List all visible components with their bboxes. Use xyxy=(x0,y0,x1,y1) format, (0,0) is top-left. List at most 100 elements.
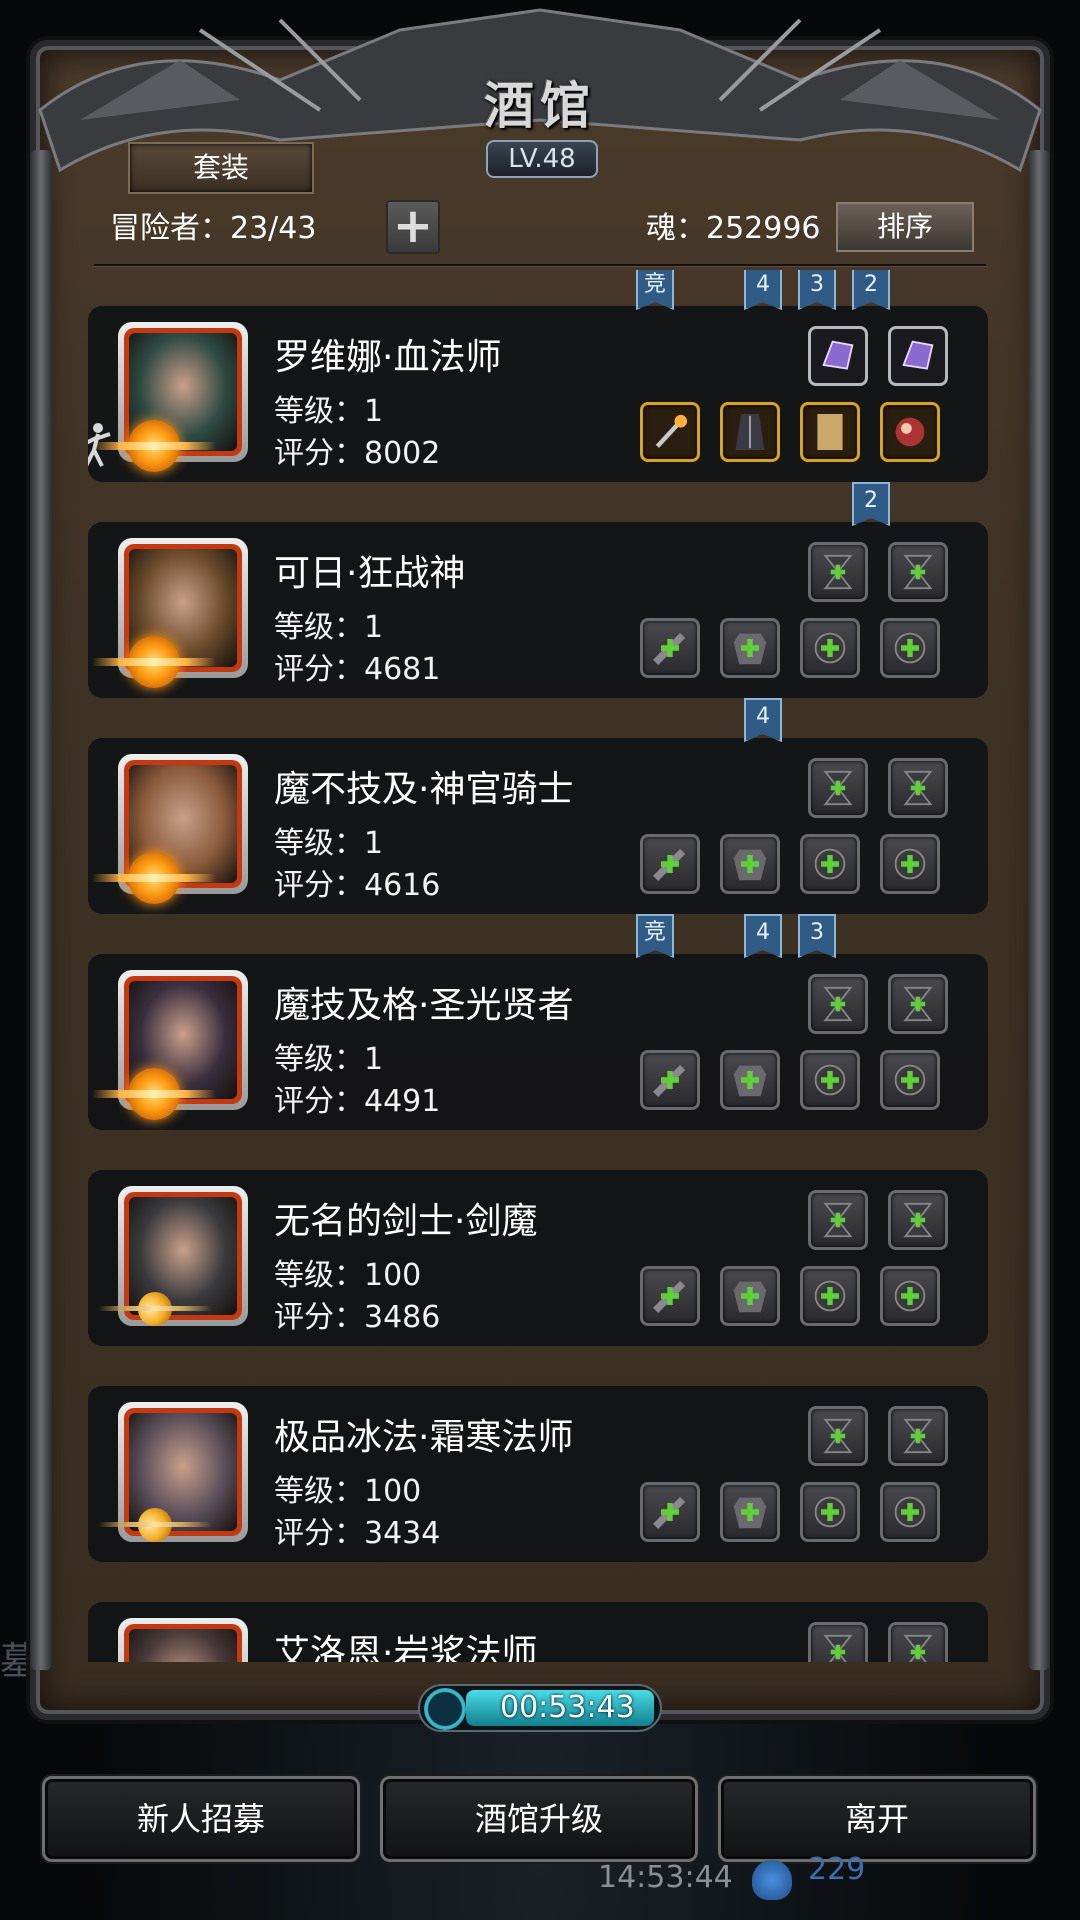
scroll-slot-icon[interactable] xyxy=(800,402,860,462)
hero-list[interactable]: 罗维娜·血法师 等级：1 评分：8002 竞 4 3 2 可日·狂战神 等级：1 评分：4681 2… xyxy=(88,270,988,1662)
tavern-upgrade-button[interactable]: 酒馆升级 xyxy=(380,1776,698,1862)
recruit-button[interactable]: 新人招募 xyxy=(42,1776,360,1862)
hero-name: 罗维娜·血法师 xyxy=(274,337,502,378)
ribbon-badge: 2 xyxy=(852,482,890,526)
portrait-frame xyxy=(124,1624,242,1662)
empty-rune-slot-icon[interactable] xyxy=(888,974,948,1034)
header-divider xyxy=(94,264,986,266)
timer-bar: 00:53:43 xyxy=(418,1684,662,1732)
frame-left-pillar xyxy=(30,150,52,1670)
empty-armor-slot-icon[interactable] xyxy=(720,1266,780,1326)
set-equipment-button[interactable]: 套装 xyxy=(128,142,314,194)
timer-text: 00:53:43 xyxy=(500,1690,635,1725)
empty-armor-slot-icon[interactable] xyxy=(720,834,780,894)
hero-score: 评分：8002 xyxy=(274,436,441,471)
star-rank-icon xyxy=(92,636,216,688)
empty-ring-slot-icon[interactable] xyxy=(880,1482,940,1542)
hero-card[interactable]: 艾洛恩·岩浆法师 xyxy=(88,1602,988,1662)
empty-ring-slot-icon[interactable] xyxy=(800,618,860,678)
figure-icon xyxy=(88,422,114,472)
hero-name: 可日·狂战神 xyxy=(274,553,466,594)
empty-ring-slot-icon[interactable] xyxy=(880,834,940,894)
shield-icon xyxy=(752,1860,792,1900)
adventurer-count: 冒险者：23/43 xyxy=(110,211,317,246)
ribbon-badge: 4 xyxy=(744,270,782,310)
hero-score: 评分：3434 xyxy=(274,1516,441,1551)
hero-level: 等级：1 xyxy=(274,394,384,429)
hero-name: 魔技及格·圣光贤者 xyxy=(274,985,574,1026)
empty-weapon-slot-icon[interactable] xyxy=(640,1266,700,1326)
crystal-slot-icon[interactable] xyxy=(808,326,868,386)
hero-level: 等级：1 xyxy=(274,610,384,645)
hero-card[interactable]: 魔不技及·神官骑士 等级：1 评分：4616 xyxy=(88,738,988,914)
star-rank-icon xyxy=(92,420,216,472)
empty-armor-slot-icon[interactable] xyxy=(720,1050,780,1110)
empty-weapon-slot-icon[interactable] xyxy=(640,1050,700,1110)
empty-rune-slot-icon[interactable] xyxy=(808,1622,868,1662)
empty-rune-slot-icon[interactable] xyxy=(808,758,868,818)
ribbon-badge: 4 xyxy=(744,914,782,958)
hero-level: 等级：1 xyxy=(274,826,384,861)
leave-button[interactable]: 离开 xyxy=(718,1776,1036,1862)
empty-ring-slot-icon[interactable] xyxy=(880,1266,940,1326)
empty-rune-slot-icon[interactable] xyxy=(808,974,868,1034)
hero-level: 等级：100 xyxy=(274,1258,422,1293)
empty-armor-slot-icon[interactable] xyxy=(720,618,780,678)
empty-weapon-slot-icon[interactable] xyxy=(640,1482,700,1542)
crystal-slot-icon[interactable] xyxy=(888,326,948,386)
moon-rank-icon xyxy=(98,1292,212,1326)
empty-rune-slot-icon[interactable] xyxy=(888,758,948,818)
hero-score: 评分：4491 xyxy=(274,1084,441,1119)
empty-rune-slot-icon[interactable] xyxy=(808,1190,868,1250)
clock-icon xyxy=(424,1688,466,1730)
hero-name: 极品冰法·霜寒法师 xyxy=(274,1417,574,1458)
empty-ring-slot-icon[interactable] xyxy=(880,1050,940,1110)
hero-score: 评分：3486 xyxy=(274,1300,441,1335)
hero-level: 等级：100 xyxy=(274,1474,422,1509)
hero-card[interactable]: 可日·狂战神等级：1 评分：4681 xyxy=(88,522,988,698)
hero-avatar xyxy=(129,1629,237,1662)
empty-ring-slot-icon[interactable] xyxy=(800,834,860,894)
tavern-level-badge: LV.48 xyxy=(486,140,598,178)
hero-card[interactable]: 魔技及格·圣光贤者等级：1 评分：4491 xyxy=(88,954,988,1130)
hero-card[interactable]: 罗维娜·血法师等级：1 评分：8002 xyxy=(88,306,988,482)
soul-count: 魂：252996 xyxy=(646,211,821,246)
ribbon-badge: 竞 xyxy=(636,914,674,958)
empty-ring-slot-icon[interactable] xyxy=(800,1482,860,1542)
hero-level: 等级：1 xyxy=(274,1042,384,1077)
ribbon-badge: 竞 xyxy=(636,270,674,310)
empty-rune-slot-icon[interactable] xyxy=(888,1190,948,1250)
page-title: 酒馆 xyxy=(484,76,596,135)
staff-slot-icon[interactable] xyxy=(640,402,700,462)
ribbon-badge: 3 xyxy=(798,914,836,958)
empty-rune-slot-icon[interactable] xyxy=(888,1406,948,1466)
empty-rune-slot-icon[interactable] xyxy=(808,542,868,602)
empty-ring-slot-icon[interactable] xyxy=(800,1050,860,1110)
robe-slot-icon[interactable] xyxy=(720,402,780,462)
add-slot-button[interactable]: + xyxy=(386,200,440,254)
empty-weapon-slot-icon[interactable] xyxy=(640,834,700,894)
ribbon-badge: 4 xyxy=(744,698,782,742)
hero-card[interactable]: 无名的剑士·剑魔等级：100 评分：3486 xyxy=(88,1170,988,1346)
frame-right-pillar xyxy=(1028,150,1050,1670)
moon-rank-icon xyxy=(98,1508,212,1542)
empty-rune-slot-icon[interactable] xyxy=(888,1622,948,1662)
status-time: 14:53:44 xyxy=(598,1860,733,1895)
hero-score: 评分：4616 xyxy=(274,868,441,903)
empty-rune-slot-icon[interactable] xyxy=(808,1406,868,1466)
empty-ring-slot-icon[interactable] xyxy=(880,618,940,678)
hero-score: 评分：4681 xyxy=(274,652,441,687)
empty-armor-slot-icon[interactable] xyxy=(720,1482,780,1542)
hero-card[interactable]: 极品冰法·霜寒法师等级：100 评分：3434 xyxy=(88,1386,988,1562)
hero-name: 艾洛恩·岩浆法师 xyxy=(274,1633,538,1662)
hero-portrait[interactable] xyxy=(118,1618,248,1662)
star-rank-icon xyxy=(92,1068,216,1120)
orb-slot-icon[interactable] xyxy=(880,402,940,462)
empty-weapon-slot-icon[interactable] xyxy=(640,618,700,678)
sort-button[interactable]: 排序 xyxy=(836,202,974,252)
empty-ring-slot-icon[interactable] xyxy=(800,1266,860,1326)
hero-name: 无名的剑士·剑魔 xyxy=(274,1201,538,1242)
star-rank-icon xyxy=(92,852,216,904)
ribbon-badge: 3 xyxy=(798,270,836,310)
empty-rune-slot-icon[interactable] xyxy=(888,542,948,602)
